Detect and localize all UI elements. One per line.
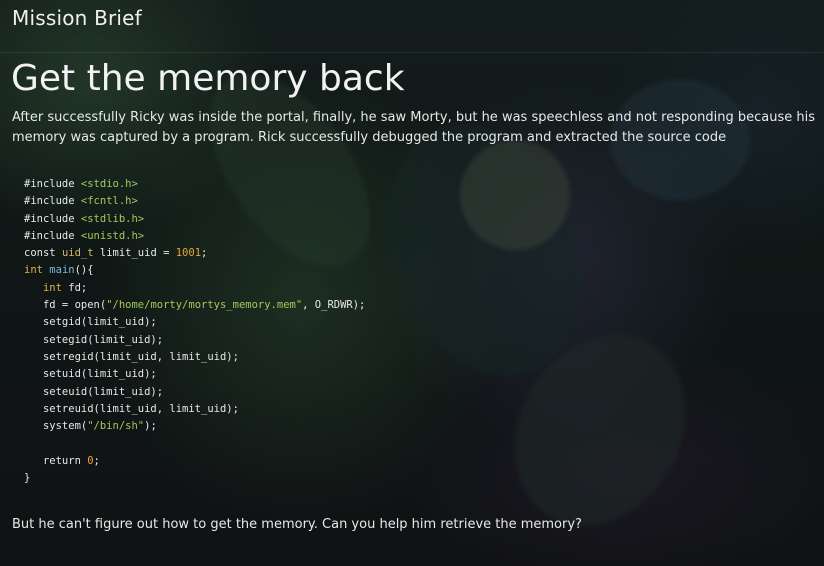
code-line: int main(){ (24, 262, 365, 279)
code-token: system( (24, 420, 88, 433)
code-token: , O_RDWR); (302, 299, 366, 312)
code-line: int fd; (24, 280, 365, 297)
code-token: fd = open( (24, 299, 107, 312)
code-token: int (24, 264, 50, 277)
code-token: setreuid(limit_uid, limit_uid); (24, 402, 239, 415)
code-token: limit_uid = (93, 247, 176, 260)
code-line: system("/bin/sh"); (24, 418, 365, 435)
code-token: #include (24, 229, 81, 242)
code-line: setreuid(limit_uid, limit_uid); (24, 401, 365, 418)
code-token: "/home/morty/mortys_memory.mem" (106, 299, 303, 312)
code-token: setuid(limit_uid); (24, 368, 157, 381)
code-token: <stdio.h> (80, 178, 138, 190)
code-line: setegid(limit_uid); (24, 332, 365, 349)
code-token: int (42, 281, 62, 294)
code-token: ); (144, 420, 157, 433)
code-line: setregid(limit_uid, limit_uid); (24, 349, 365, 366)
code-line: } (24, 470, 365, 487)
code-token: <unistd.h> (80, 229, 145, 242)
code-line: setgid(limit_uid); (24, 314, 365, 331)
code-token: setregid(limit_uid, limit_uid); (24, 350, 239, 363)
code-token: #include (24, 212, 81, 225)
panel-header-title: Mission Brief (12, 6, 142, 30)
code-token: <stdlib.h> (80, 212, 145, 225)
code-token: ; (93, 454, 100, 467)
code-token: 1001 (175, 247, 202, 260)
code-token: main (49, 264, 75, 277)
code-line: seteuid(limit_uid); (24, 384, 365, 401)
code-token: "/bin/sh" (87, 420, 145, 433)
header-divider (0, 52, 824, 53)
code-token: } (24, 472, 31, 485)
code-line: #include <fcntl.h> (24, 193, 365, 210)
code-token: (){ (74, 264, 94, 277)
code-token: ; (201, 247, 208, 260)
code-token: #include (24, 195, 81, 208)
code-token: const (24, 247, 62, 260)
code-token: #include (24, 178, 81, 190)
code-line: #include <unistd.h> (24, 228, 365, 245)
code-token: uid_t (61, 247, 94, 260)
code-line: const uid_t limit_uid = 1001; (24, 245, 365, 262)
code-token: seteuid(limit_uid); (24, 385, 164, 398)
page-title: Get the memory back (11, 58, 405, 99)
mission-brief-panel: Mission Brief Get the memory back After … (0, 0, 824, 566)
code-token: <fcntl.h> (80, 195, 138, 208)
code-line: setuid(limit_uid); (24, 366, 365, 383)
code-token: setgid(limit_uid); (24, 316, 157, 329)
code-token: fd; (61, 281, 88, 294)
outro-paragraph: But he can't figure out how to get the m… (12, 517, 582, 532)
code-line: #include <stdio.h> (24, 176, 365, 193)
code-token: return (24, 454, 88, 467)
code-line: return 0; (24, 453, 365, 470)
code-token: setegid(limit_uid); (24, 333, 164, 346)
code-line: #include <stdlib.h> (24, 211, 365, 228)
intro-paragraph: After successfully Ricky was inside the … (12, 110, 816, 145)
source-code-block: #include <stdio.h> #include <fcntl.h> #inc… (24, 176, 365, 487)
code-line: fd = open("/home/morty/mortys_memory.mem… (24, 297, 365, 314)
